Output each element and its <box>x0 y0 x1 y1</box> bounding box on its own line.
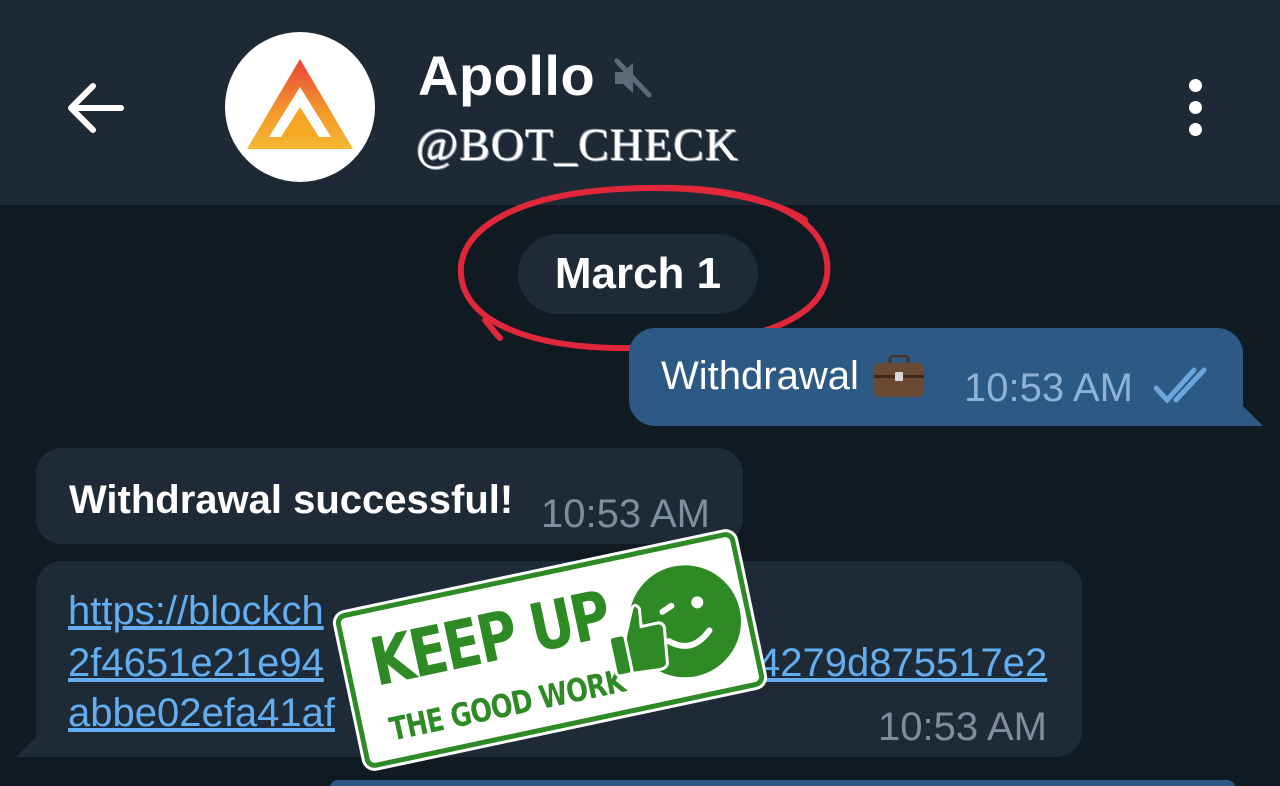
chat-subtitle: @BOT_CHECK <box>416 119 740 170</box>
transaction-link[interactable]: https://blockch <box>68 589 324 634</box>
double-check-icon <box>1154 367 1207 404</box>
bubble-tail <box>1233 396 1263 426</box>
next-outgoing-message-edge <box>330 780 1235 786</box>
title-row: Apollo <box>418 40 653 110</box>
transaction-link[interactable]: abbe02efa41af <box>68 691 335 736</box>
more-options-button[interactable] <box>1160 70 1230 145</box>
muted-speaker-icon <box>614 58 652 98</box>
bubble-tail <box>16 727 46 757</box>
thumbs-up-smiley-icon <box>607 565 741 678</box>
sticker-frame: KEEP UP THE GOOD WORK <box>334 530 766 770</box>
more-vertical-icon <box>1188 101 1202 114</box>
bot-avatar-logo <box>247 59 353 149</box>
outgoing-message-body: Withdrawal <box>661 354 925 399</box>
incoming-message-text: Withdrawal successful! <box>69 478 514 522</box>
briefcase-icon <box>873 354 924 397</box>
more-vertical-icon <box>1188 79 1202 92</box>
more-vertical-icon <box>1188 123 1202 136</box>
outgoing-message-time: 10:53 AM <box>964 366 1134 410</box>
back-button[interactable] <box>55 70 135 145</box>
outgoing-message[interactable]: Withdrawal 10:53 AM <box>629 328 1263 426</box>
transaction-link[interactable]: 2f4651e21e94 <box>68 641 324 686</box>
chat-title[interactable]: Apollo <box>418 43 595 108</box>
outgoing-message-text: Withdrawal <box>661 354 859 398</box>
back-arrow-icon <box>68 82 124 133</box>
transaction-link[interactable]: 4279d875517e2 <box>758 641 1047 686</box>
chat-header: Apollo @BOT_CHECK <box>0 0 1280 205</box>
avatar[interactable] <box>225 32 375 182</box>
incoming-message-time: 10:53 AM <box>878 705 1048 749</box>
